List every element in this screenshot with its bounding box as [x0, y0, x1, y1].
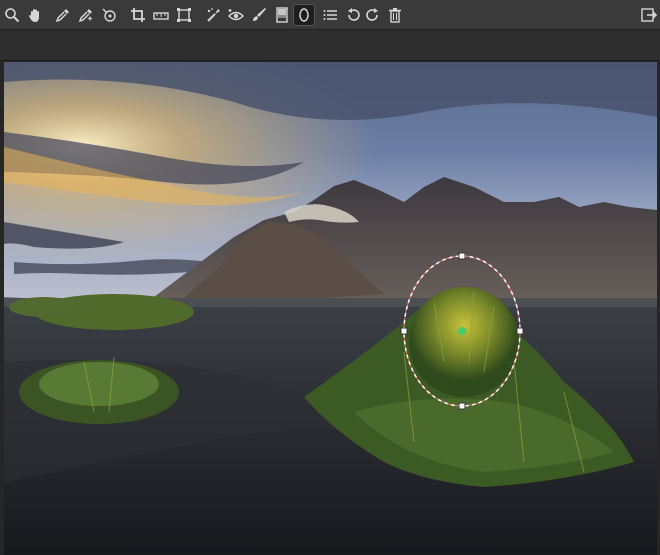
- color-picker-tool-button[interactable]: [52, 4, 74, 26]
- brush-tool-button[interactable]: [248, 4, 270, 26]
- list-icon: [323, 10, 337, 20]
- zoom-tool-button[interactable]: [1, 4, 23, 26]
- landscape-photo: [4, 62, 657, 555]
- export-icon: [641, 8, 657, 22]
- undo-tool-button[interactable]: [342, 4, 364, 26]
- radial-gradient-icon: [299, 8, 309, 22]
- redo-tool-button[interactable]: [362, 4, 384, 26]
- red-eye-tool-button[interactable]: [225, 4, 247, 26]
- linear-gradient-tool-button[interactable]: [271, 4, 293, 26]
- crop-tool-button[interactable]: [127, 4, 149, 26]
- mask-handle-bottom[interactable]: [458, 402, 466, 410]
- brush-icon: [253, 8, 266, 21]
- straighten-tool-button[interactable]: [150, 4, 172, 26]
- undo-icon: [348, 8, 360, 21]
- trash-icon: [389, 8, 401, 23]
- crop-icon: [131, 8, 145, 22]
- white-balance-picker-icon: [78, 9, 93, 23]
- spot-removal-icon: [207, 8, 220, 22]
- mask-handle-top[interactable]: [458, 252, 466, 260]
- white-balance-picker-tool-button[interactable]: [75, 4, 97, 26]
- export-tool-button[interactable]: [638, 4, 660, 26]
- redo-icon: [366, 8, 378, 21]
- tool-options-bar: [0, 30, 660, 61]
- hand-pan-tool-button[interactable]: [24, 4, 46, 26]
- mask-center-point[interactable]: [458, 327, 466, 335]
- main-toolbar: [0, 0, 660, 30]
- color-picker-icon: [55, 9, 69, 23]
- color-sample-tool-button[interactable]: [98, 4, 120, 26]
- trash-tool-button[interactable]: [384, 4, 406, 26]
- straighten-icon: [153, 12, 169, 20]
- hand-pan-icon: [29, 9, 39, 22]
- spot-removal-tool-button[interactable]: [202, 4, 224, 26]
- radial-gradient-tool-button[interactable]: [293, 4, 315, 26]
- red-eye-icon: [228, 9, 244, 21]
- keystone-icon: [177, 8, 191, 22]
- zoom-icon: [5, 8, 20, 23]
- mask-handle-left[interactable]: [400, 327, 408, 335]
- list-tool-button[interactable]: [319, 4, 341, 26]
- linear-gradient-icon: [276, 7, 288, 23]
- color-sample-icon: [102, 8, 116, 22]
- mask-handle-right[interactable]: [516, 327, 524, 335]
- photo-canvas[interactable]: [4, 62, 657, 555]
- keystone-tool-button[interactable]: [173, 4, 195, 26]
